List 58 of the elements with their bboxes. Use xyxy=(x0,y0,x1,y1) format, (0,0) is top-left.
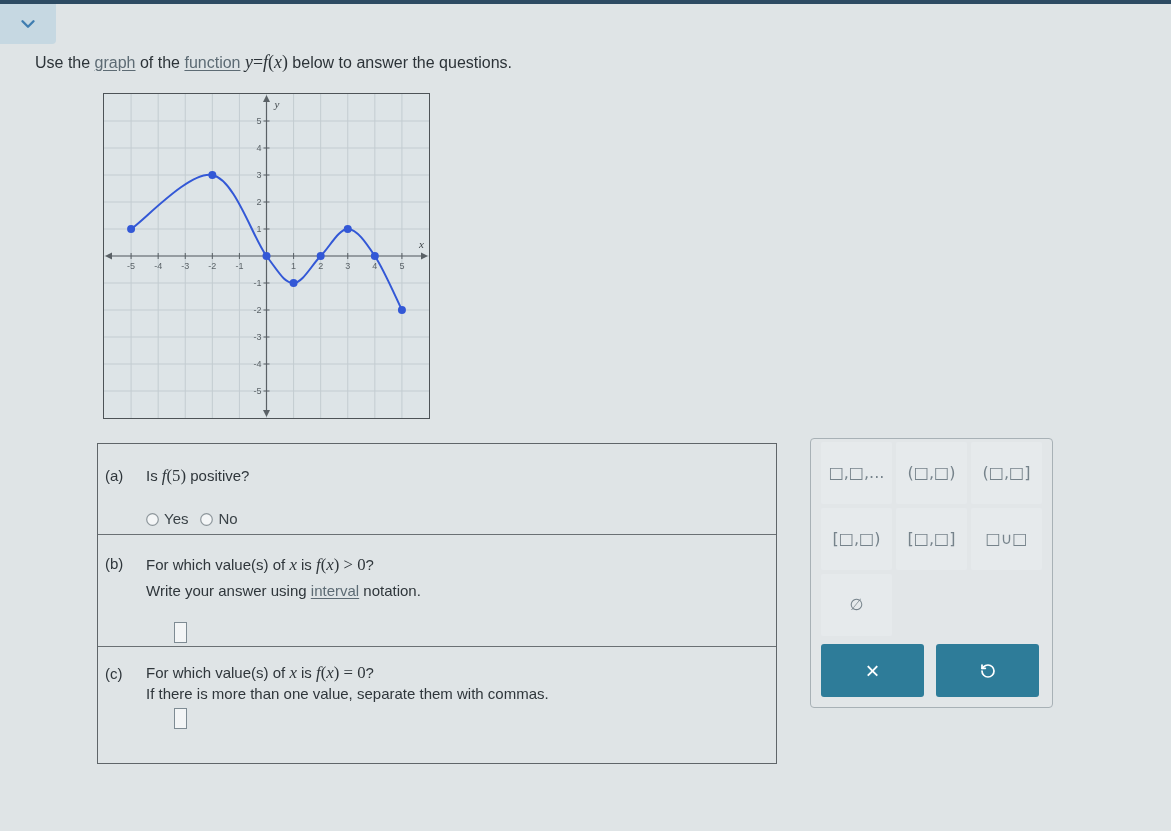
question-label: (c) xyxy=(105,664,124,684)
axis-label: y xyxy=(274,98,280,110)
question-text: Write your answer using interval notation. xyxy=(146,581,421,601)
data-point xyxy=(289,279,298,287)
keypad-key[interactable]: □∪□ xyxy=(971,508,1042,570)
tick-label: 4 xyxy=(372,261,378,271)
instruction-text: Use the graph of the function y=f(x) below to answer the questions. xyxy=(35,51,513,74)
tick-label: 4 xyxy=(256,143,262,153)
question-label: (b) xyxy=(105,554,125,574)
glossary-link[interactable]: function xyxy=(184,54,241,71)
clear-button[interactable]: × xyxy=(821,644,924,697)
option-label: No xyxy=(218,509,238,529)
tick-label: 3 xyxy=(256,170,262,180)
tick-label: -4 xyxy=(154,261,163,271)
question-label: (a) xyxy=(105,466,125,486)
question-text: Is f(5) positive? xyxy=(146,465,250,487)
data-point xyxy=(262,252,271,260)
glossary-link[interactable]: interval xyxy=(310,582,360,599)
answer-box[interactable] xyxy=(174,622,187,643)
tick-label: -4 xyxy=(253,359,262,369)
tick-label: -1 xyxy=(235,261,244,271)
tick-label: 5 xyxy=(256,116,262,126)
tick-label: 3 xyxy=(345,261,351,271)
keypad-key[interactable]: □,□,... xyxy=(821,442,892,504)
collapse-tab[interactable] xyxy=(0,4,56,44)
data-point xyxy=(316,252,325,260)
keypad-key[interactable]: ∅ xyxy=(821,574,892,636)
keypad-key[interactable]: (□,□] xyxy=(971,442,1042,504)
tick-label: -3 xyxy=(253,332,262,342)
data-point xyxy=(397,306,406,314)
tick-label: -5 xyxy=(253,386,262,396)
tick-label: -2 xyxy=(253,305,262,315)
tick-label: 1 xyxy=(291,261,297,271)
option-label: Yes xyxy=(164,509,189,529)
radio-button[interactable] xyxy=(200,512,214,526)
keypad-key[interactable]: (□,□) xyxy=(896,442,967,504)
data-point xyxy=(370,252,379,260)
tick-label: 5 xyxy=(399,261,405,271)
data-point xyxy=(208,171,217,179)
tick-label: -5 xyxy=(127,261,136,271)
radio-button[interactable] xyxy=(146,512,159,526)
question-text: For which value(s) of x is f(x) > 0? xyxy=(146,554,374,576)
question-text: If there is more than one value, separate them with commas. xyxy=(146,684,549,704)
answer-box[interactable] xyxy=(174,708,187,729)
tick-label: -2 xyxy=(208,261,217,271)
tick-label: -1 xyxy=(253,278,262,288)
tick-label: -3 xyxy=(181,261,190,271)
tick-label: 2 xyxy=(256,197,262,207)
keypad-key[interactable]: [□,□] xyxy=(896,508,967,570)
tick-label: 2 xyxy=(318,261,324,271)
tick-label: 1 xyxy=(256,224,262,234)
keypad-key[interactable]: [□,□) xyxy=(821,508,892,570)
glossary-link[interactable]: graph xyxy=(94,54,136,71)
data-point xyxy=(343,225,352,233)
undo-icon xyxy=(979,662,996,679)
data-point xyxy=(127,225,136,233)
question-text: For which value(s) of x is f(x) = 0? xyxy=(146,662,374,683)
axis-label: x xyxy=(419,238,424,250)
